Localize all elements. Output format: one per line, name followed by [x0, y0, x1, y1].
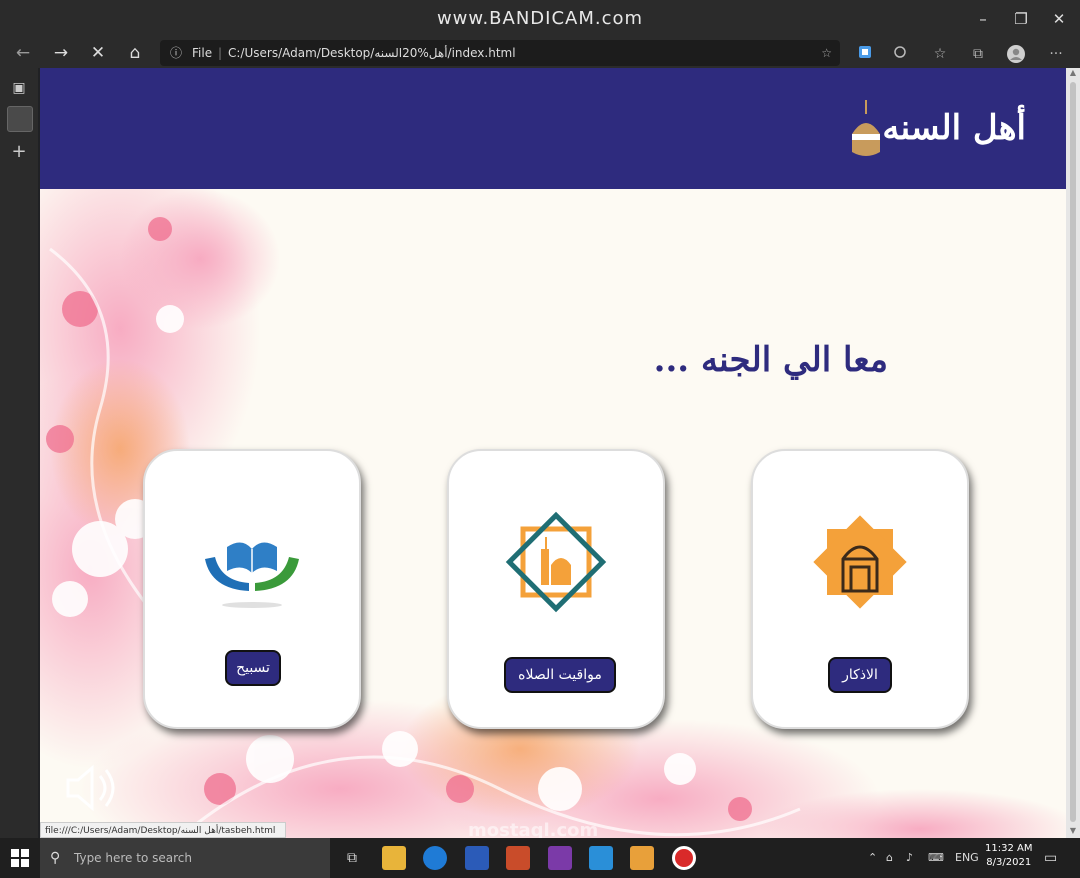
- mosque-dome-logo: [852, 100, 880, 156]
- tasbeh-button[interactable]: تسبيح: [225, 650, 281, 686]
- tray-chevron-icon[interactable]: ⌃: [868, 838, 877, 878]
- volume-icon[interactable]: ♪: [906, 838, 913, 878]
- card-azkar[interactable]: الاذكار: [751, 449, 969, 729]
- link-status-bar: file:///C:/Users/Adam/Desktop/أهل السنه/…: [40, 822, 286, 838]
- profile-icon[interactable]: [1006, 44, 1026, 64]
- word-icon[interactable]: [465, 846, 489, 870]
- keyboard-icon[interactable]: ⌨: [928, 838, 944, 878]
- edge-icon[interactable]: [423, 846, 447, 870]
- scroll-down-arrow[interactable]: ▼: [1066, 826, 1080, 838]
- clock-date: 8/3/2021: [986, 857, 1032, 868]
- notifications-icon[interactable]: ▭: [1044, 838, 1057, 878]
- site-header: أهل السنه: [40, 68, 1066, 189]
- system-clock[interactable]: 11:32 AM 8/3/2021: [985, 842, 1032, 870]
- collections-icon[interactable]: [855, 44, 875, 64]
- maximize-button[interactable]: ❐: [1006, 10, 1036, 28]
- page-viewport: أهل السنه معا الي الجنه ... تسبيح مواقيت…: [40, 68, 1066, 838]
- vertical-tabs-sidebar: ▣ +: [0, 68, 38, 838]
- speaker-icon: [66, 764, 115, 812]
- sync-icon[interactable]: [890, 44, 910, 64]
- address-bar[interactable]: ⓘ File | C:/Users/Adam/Desktop/أهل%20الس…: [160, 40, 840, 66]
- azkar-button[interactable]: الاذكار: [828, 657, 892, 693]
- favorite-star-icon[interactable]: ☆: [821, 40, 832, 66]
- windows-start-icon[interactable]: [10, 848, 30, 868]
- powerpoint-icon[interactable]: [506, 846, 530, 870]
- tab-actions-icon[interactable]: ▣: [7, 76, 31, 100]
- add-tab-icon[interactable]: +: [7, 140, 31, 164]
- home-icon[interactable]: ⌂: [122, 41, 148, 65]
- media-player-icon[interactable]: [630, 846, 654, 870]
- page-scrollbar[interactable]: ▲ ▼: [1066, 68, 1080, 838]
- card-tasbeh[interactable]: تسبيح: [143, 449, 361, 729]
- split-icon[interactable]: ⧉: [968, 44, 988, 64]
- vscode-icon[interactable]: [589, 846, 613, 870]
- site-info-icon[interactable]: ⓘ: [170, 40, 182, 66]
- stop-icon[interactable]: ✕: [85, 41, 111, 65]
- mosque-octagram-icon: [813, 515, 907, 609]
- search-placeholder: Type here to search: [74, 851, 192, 865]
- scroll-thumb[interactable]: [1070, 82, 1076, 822]
- card-prayer-times[interactable]: مواقيت الصلاه: [447, 449, 665, 729]
- prayer-times-button[interactable]: مواقيت الصلاه: [504, 657, 616, 693]
- address-url[interactable]: C:/Users/Adam/Desktop/أهل%20السنه/index.…: [228, 40, 516, 66]
- quran-hands-icon: [205, 542, 299, 608]
- file-explorer-icon[interactable]: [382, 846, 406, 870]
- windows-taskbar: ⚲ Type here to search ⧉ ⌃ ⌂ ♪ ⌨ ENG 11:3…: [0, 838, 1080, 878]
- taskbar-search[interactable]: ⚲ Type here to search: [40, 838, 330, 878]
- recorder-watermark: www.BANDICAM.com: [436, 8, 644, 29]
- clock-time: 11:32 AM: [985, 843, 1033, 854]
- minimize-button[interactable]: –: [968, 10, 998, 28]
- scroll-up-arrow[interactable]: ▲: [1066, 68, 1080, 80]
- address-separator: |: [218, 46, 223, 60]
- network-icon[interactable]: ⌂: [886, 838, 893, 878]
- forward-icon[interactable]: →: [48, 41, 74, 65]
- favorites-icon[interactable]: ☆: [930, 44, 950, 64]
- task-view-icon[interactable]: ⧉: [340, 846, 364, 870]
- back-icon[interactable]: ←: [10, 41, 36, 65]
- onenote-icon[interactable]: [548, 846, 572, 870]
- bandicam-record-icon[interactable]: [672, 846, 696, 870]
- close-button[interactable]: ✕: [1044, 10, 1074, 28]
- site-title: أهل السنه: [882, 108, 1026, 148]
- active-tab[interactable]: [7, 106, 33, 132]
- search-icon: ⚲: [50, 850, 61, 866]
- page-tagline: معا الي الجنه ...: [653, 340, 888, 380]
- address-scheme-label: File: [192, 46, 213, 60]
- browser-toolbar: ← → ✕ ⌂ ⓘ File | C:/Users/Adam/Desktop/أ…: [0, 38, 1080, 68]
- more-icon[interactable]: ···: [1046, 44, 1066, 64]
- mosque-star-icon: [505, 511, 607, 613]
- window-titlebar: www.BANDICAM.com – ❐ ✕: [0, 0, 1080, 38]
- language-indicator[interactable]: ENG: [955, 838, 979, 878]
